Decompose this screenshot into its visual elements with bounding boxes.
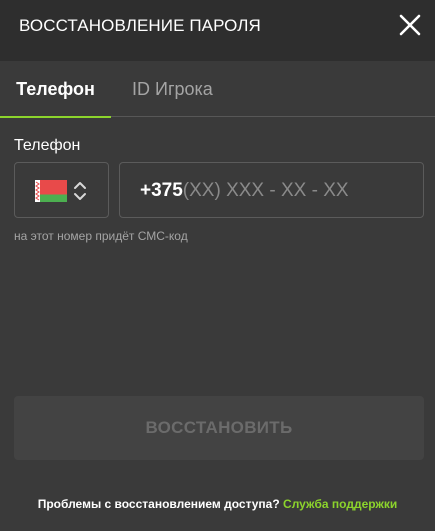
phone-input[interactable]: +375(XX) XXX - XX - XX: [119, 162, 424, 218]
active-tab-indicator: [0, 116, 111, 118]
footer-text: Проблемы с восстановлением доступа?: [37, 497, 280, 511]
tab-phone-label: Телефон: [16, 79, 95, 99]
close-icon: [399, 14, 421, 36]
close-button[interactable]: [397, 12, 423, 38]
phone-input-value: +375(XX) XXX - XX - XX: [140, 180, 349, 202]
phone-mask-placeholder: (XX) XXX - XX - XX: [182, 180, 349, 201]
recovery-tabs: Телефон ID Игрока: [0, 61, 435, 118]
chevron-up-down-icon: [73, 179, 87, 203]
phone-field-label: Телефон: [14, 137, 81, 154]
country-code-select[interactable]: [14, 162, 109, 218]
support-link[interactable]: Служба поддержки: [283, 497, 397, 511]
tab-phone[interactable]: Телефон: [0, 61, 111, 118]
password-recovery-modal: ВОССТАНОВЛЕНИЕ ПАРОЛЯ Телефон ID Игрока …: [0, 0, 435, 531]
modal-header: ВОССТАНОВЛЕНИЕ ПАРОЛЯ: [0, 0, 435, 61]
tab-player-id-label: ID Игрока: [132, 79, 213, 99]
tab-player-id[interactable]: ID Игрока: [132, 61, 213, 117]
belarus-flag-icon: [35, 180, 67, 202]
phone-prefix: +375: [140, 180, 183, 201]
phone-hint: на этот номер придёт СМС-код: [14, 229, 188, 243]
modal-title: ВОССТАНОВЛЕНИЕ ПАРОЛЯ: [19, 16, 261, 35]
support-footer: Проблемы с восстановлением доступа? Служ…: [0, 497, 435, 511]
recover-button[interactable]: ВОССТАНОВИТЬ: [14, 396, 424, 460]
